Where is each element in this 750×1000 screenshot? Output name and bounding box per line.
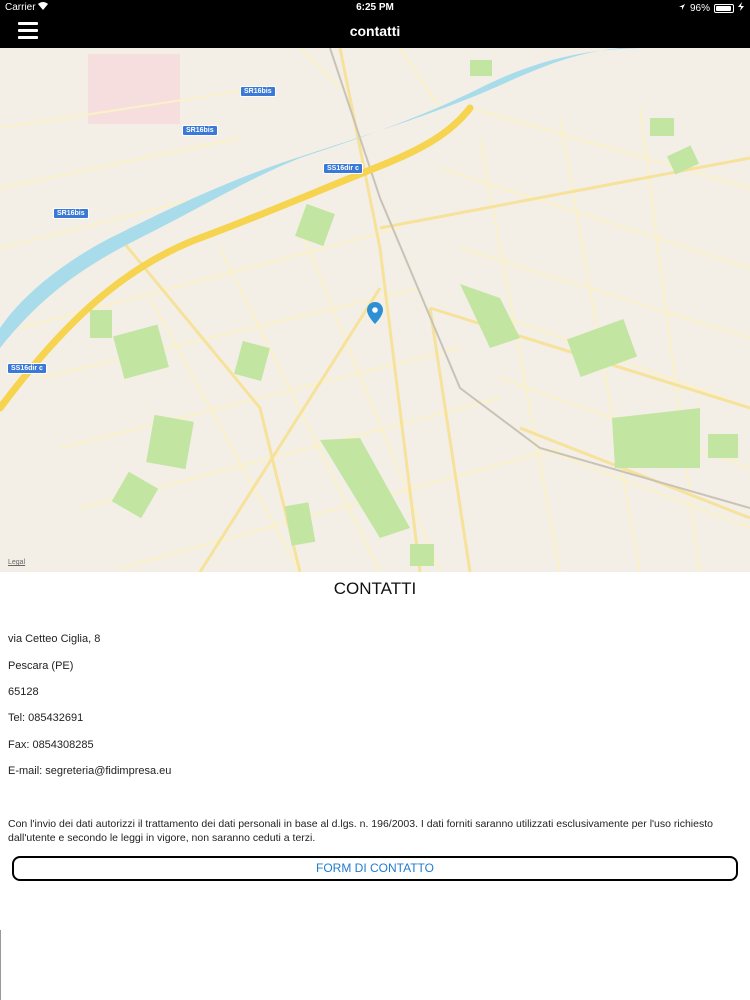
road-label: SS16dir c	[7, 363, 47, 374]
map-legal-link[interactable]: Legal	[8, 559, 25, 566]
map-canvas	[0, 48, 750, 572]
clock: 6:25 PM	[356, 2, 394, 13]
charging-icon	[738, 2, 744, 14]
road-label: SS16dir c	[323, 163, 363, 174]
road-label: SR16bis	[182, 125, 218, 136]
privacy-disclaimer: Con l'invio dei dati autorizzi il tratta…	[8, 818, 713, 844]
address-line: via Cetteo Ciglia, 8	[8, 633, 101, 645]
map-view[interactable]: SR16bis SR16bis SS16dir c SR16bis SS16di…	[0, 48, 750, 572]
edge-divider	[0, 930, 1, 1000]
nav-bar: contatti	[0, 16, 750, 48]
road-label: SR16bis	[53, 208, 89, 219]
fax-line: Fax: 0854308285	[8, 739, 94, 751]
phone-line[interactable]: Tel: 085432691	[8, 712, 83, 724]
contact-form-button[interactable]: FORM DI CONTATTO	[12, 856, 738, 881]
battery-icon	[714, 3, 734, 13]
battery-percent: 96%	[689, 2, 710, 14]
city-line: Pescara (PE)	[8, 660, 74, 672]
zip-line: 65128	[8, 686, 39, 698]
status-right: 96%	[678, 2, 744, 14]
status-bar: Carrier 6:25 PM 96%	[0, 0, 750, 16]
road-label: SR16bis	[240, 86, 276, 97]
nav-title: contatti	[349, 23, 401, 39]
section-title: CONTATTI	[333, 579, 417, 598]
location-arrow-icon	[678, 3, 686, 14]
email-line[interactable]: E-mail: segreteria@fidimpresa.eu	[8, 765, 171, 777]
